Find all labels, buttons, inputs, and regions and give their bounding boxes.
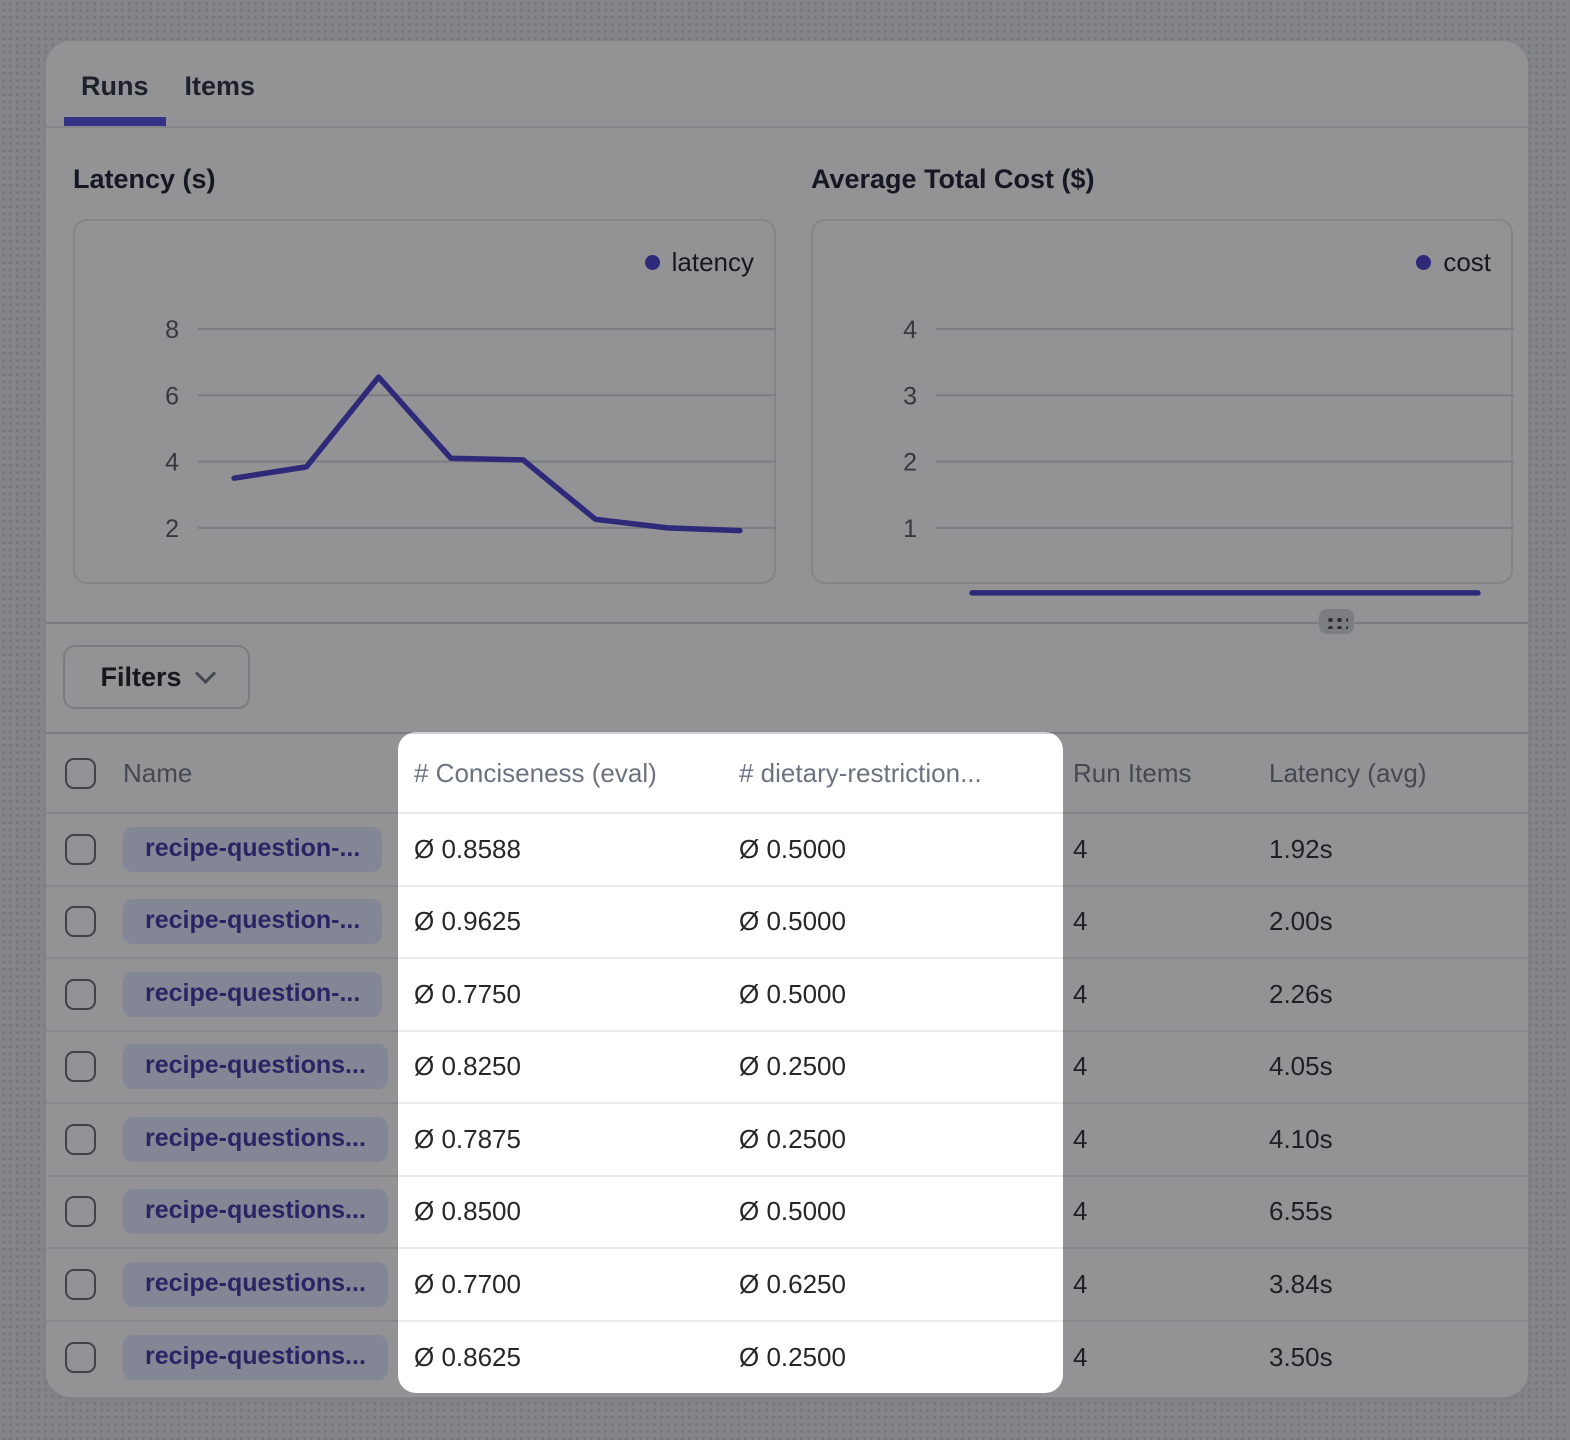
- dietary-restriction-score-cell: Ø 0.5000: [739, 979, 1073, 1010]
- cost-chart-block: Average Total Cost ($) cost 4321: [811, 164, 1513, 584]
- conciseness-score-cell: Ø 0.9625: [414, 906, 739, 937]
- run-items-cell: 4: [1073, 979, 1269, 1010]
- svg-text:2: 2: [903, 449, 917, 477]
- column-header-run-items: Run Items: [1073, 758, 1269, 789]
- run-name-badge[interactable]: recipe-question-...: [123, 827, 382, 872]
- row-checkbox[interactable]: [65, 1342, 96, 1373]
- run-name-badge[interactable]: recipe-questions...: [123, 1262, 388, 1307]
- run-items-cell: 4: [1073, 906, 1269, 937]
- table-row[interactable]: recipe-questions... Ø 0.7875 Ø 0.2500 4 …: [46, 1104, 1528, 1177]
- latency-avg-cell: 4.10s: [1269, 1124, 1528, 1155]
- filters-button[interactable]: Filters: [63, 645, 250, 709]
- latency-avg-cell: 3.84s: [1269, 1269, 1528, 1300]
- select-all-checkbox[interactable]: [65, 758, 96, 789]
- conciseness-score-cell: Ø 0.8588: [414, 834, 739, 865]
- conciseness-score-cell: Ø 0.8625: [414, 1342, 739, 1373]
- latency-avg-cell: 3.50s: [1269, 1342, 1528, 1373]
- latency-chart-title: Latency (s): [73, 164, 776, 219]
- latency-chart: latency 8642: [73, 219, 776, 584]
- latency-avg-cell: 1.92s: [1269, 834, 1528, 865]
- column-header-latency-avg: Latency (avg): [1269, 758, 1528, 789]
- runs-table: Name # Conciseness (eval) # dietary-rest…: [46, 732, 1528, 1397]
- run-items-cell: 4: [1073, 1342, 1269, 1373]
- tab-bar: Runs Items: [46, 41, 1528, 128]
- run-name-badge[interactable]: recipe-question-...: [123, 972, 382, 1017]
- svg-text:4: 4: [903, 316, 917, 344]
- latency-avg-cell: 2.00s: [1269, 906, 1528, 937]
- svg-text:6: 6: [165, 382, 179, 410]
- cost-chart: cost 4321: [811, 219, 1513, 584]
- dietary-restriction-score-cell: Ø 0.5000: [739, 834, 1073, 865]
- latency-avg-cell: 2.26s: [1269, 979, 1528, 1010]
- svg-text:2: 2: [165, 515, 179, 543]
- panel-divider: [46, 622, 1528, 624]
- dietary-restriction-score-cell: Ø 0.2500: [739, 1051, 1073, 1082]
- table-body: recipe-question-... Ø 0.8588 Ø 0.5000 4 …: [46, 814, 1528, 1394]
- run-name-badge[interactable]: recipe-questions...: [123, 1117, 388, 1162]
- table-row[interactable]: recipe-question-... Ø 0.9625 Ø 0.5000 4 …: [46, 887, 1528, 960]
- run-name-badge[interactable]: recipe-questions...: [123, 1044, 388, 1089]
- run-items-cell: 4: [1073, 1124, 1269, 1155]
- chevron-down-icon: [194, 663, 215, 684]
- run-items-cell: 4: [1073, 1196, 1269, 1227]
- conciseness-score-cell: Ø 0.8250: [414, 1051, 739, 1082]
- row-checkbox[interactable]: [65, 1051, 96, 1082]
- column-header-conciseness: # Conciseness (eval): [414, 758, 739, 789]
- table-row[interactable]: recipe-question-... Ø 0.7750 Ø 0.5000 4 …: [46, 959, 1528, 1032]
- table-row[interactable]: recipe-questions... Ø 0.8625 Ø 0.2500 4 …: [46, 1322, 1528, 1395]
- row-checkbox[interactable]: [65, 1269, 96, 1300]
- dietary-restriction-score-cell: Ø 0.5000: [739, 1196, 1073, 1227]
- conciseness-score-cell: Ø 0.7750: [414, 979, 739, 1010]
- charts-section: Latency (s) latency 8642 Average Total C…: [46, 128, 1528, 584]
- latency-line-plot: 8 6 4 2: [75, 221, 778, 595]
- conciseness-score-cell: Ø 0.8500: [414, 1196, 739, 1227]
- conciseness-score-cell: Ø 0.7875: [414, 1124, 739, 1155]
- run-items-cell: 4: [1073, 834, 1269, 865]
- dietary-restriction-score-cell: Ø 0.5000: [739, 906, 1073, 937]
- filters-button-label: Filters: [100, 662, 181, 693]
- dietary-restriction-score-cell: Ø 0.2500: [739, 1342, 1073, 1373]
- resize-drag-handle[interactable]: [1319, 609, 1354, 634]
- run-name-badge[interactable]: recipe-question-...: [123, 899, 382, 944]
- latency-avg-cell: 6.55s: [1269, 1196, 1528, 1227]
- tab-runs[interactable]: Runs: [81, 71, 149, 126]
- latency-chart-block: Latency (s) latency 8642: [73, 164, 776, 584]
- table-row[interactable]: recipe-questions... Ø 0.7700 Ø 0.6250 4 …: [46, 1249, 1528, 1322]
- svg-text:3: 3: [903, 382, 917, 410]
- tab-items[interactable]: Items: [185, 71, 256, 126]
- row-checkbox[interactable]: [65, 1196, 96, 1227]
- dots-grid-icon: [1325, 615, 1348, 629]
- row-checkbox[interactable]: [65, 1124, 96, 1155]
- table-row[interactable]: recipe-questions... Ø 0.8500 Ø 0.5000 4 …: [46, 1177, 1528, 1250]
- row-checkbox[interactable]: [65, 906, 96, 937]
- conciseness-score-cell: Ø 0.7700: [414, 1269, 739, 1300]
- svg-text:8: 8: [165, 316, 179, 344]
- svg-text:4: 4: [165, 449, 179, 477]
- column-header-dietary-restriction: # dietary-restriction...: [739, 758, 1073, 789]
- table-row[interactable]: recipe-questions... Ø 0.8250 Ø 0.2500 4 …: [46, 1032, 1528, 1105]
- run-name-badge[interactable]: recipe-questions...: [123, 1189, 388, 1234]
- row-checkbox[interactable]: [65, 834, 96, 865]
- cost-line-plot: 4 3 2 1: [813, 221, 1515, 595]
- table-row[interactable]: recipe-question-... Ø 0.8588 Ø 0.5000 4 …: [46, 814, 1528, 887]
- runs-panel: Runs Items Latency (s) latency 8642 Aver…: [45, 40, 1529, 1398]
- column-header-name: Name: [123, 758, 414, 789]
- row-checkbox[interactable]: [65, 979, 96, 1010]
- svg-text:1: 1: [903, 515, 917, 543]
- dietary-restriction-score-cell: Ø 0.2500: [739, 1124, 1073, 1155]
- run-items-cell: 4: [1073, 1269, 1269, 1300]
- run-items-cell: 4: [1073, 1051, 1269, 1082]
- cost-chart-title: Average Total Cost ($): [811, 164, 1513, 219]
- page-background: { "tabs": { "runs": "Runs", "items": "It…: [0, 0, 1570, 1440]
- dietary-restriction-score-cell: Ø 0.6250: [739, 1269, 1073, 1300]
- run-name-badge[interactable]: recipe-questions...: [123, 1335, 388, 1380]
- table-header-row: Name # Conciseness (eval) # dietary-rest…: [46, 734, 1528, 814]
- latency-avg-cell: 4.05s: [1269, 1051, 1528, 1082]
